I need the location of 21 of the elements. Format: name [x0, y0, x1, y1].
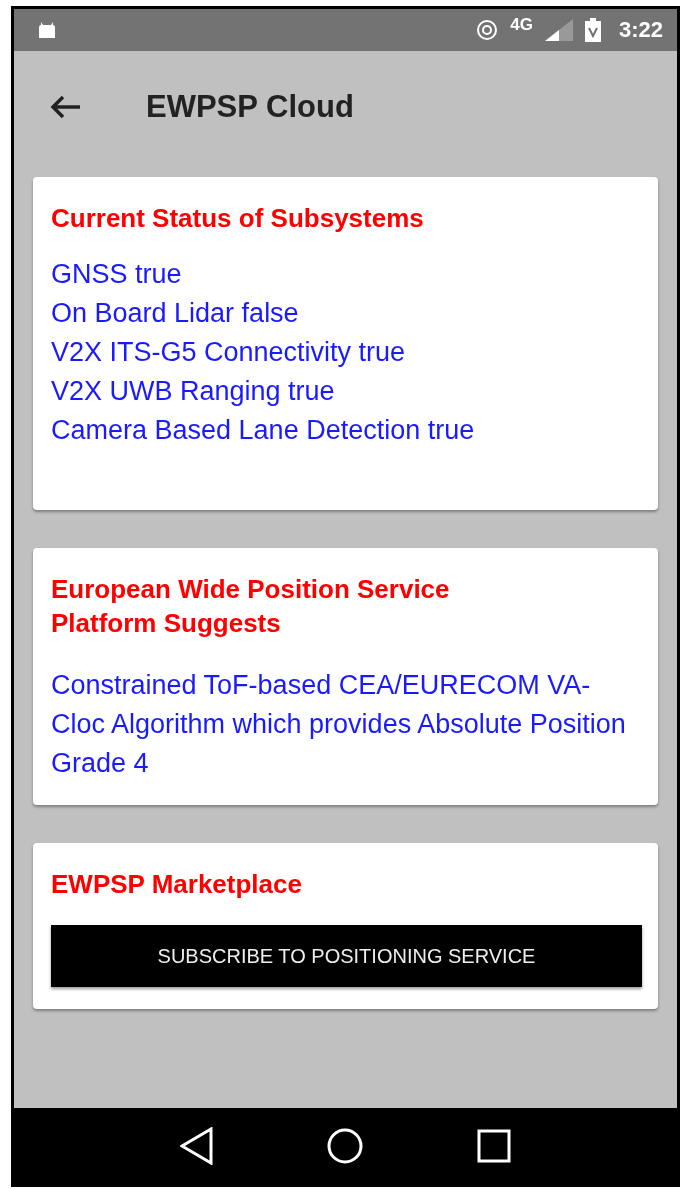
card-title: Current Status of Subsystems: [51, 202, 425, 235]
clock: 3:22: [618, 17, 663, 43]
android-icon: [38, 20, 56, 40]
status-text: Camera Based Lane Detection true: [51, 414, 476, 447]
recents-icon[interactable]: [476, 1129, 511, 1163]
back-icon[interactable]: [180, 1127, 215, 1165]
status-text: V2X ITS-G5 Connectivity true: [51, 336, 407, 369]
network-type: 4G: [510, 15, 533, 35]
status-text: On Board Lidar false: [51, 297, 300, 330]
signal-icon: [544, 19, 573, 41]
target-icon: [476, 19, 499, 41]
card-title: European Wide Position Service Platform Suggests: [51, 573, 451, 640]
battery-icon: [584, 18, 601, 42]
home-icon[interactable]: [326, 1127, 365, 1165]
screen-title: EWPSP Cloud: [146, 89, 354, 125]
card-title: EWPSP Marketplace: [51, 868, 303, 901]
status-text: GNSS true: [51, 258, 183, 291]
status-text: Constrained ToF-based CEA/EURECOM VA-Cloc Algorithm which provides Absolute Position Grade 4: [51, 669, 627, 780]
subscribe-button[interactable]: SUBSCRIBE TO POSITIONING SERVICE: [51, 925, 642, 987]
back-arrow-icon[interactable]: [50, 95, 82, 119]
status-text: V2X UWB Ranging true: [51, 375, 336, 408]
